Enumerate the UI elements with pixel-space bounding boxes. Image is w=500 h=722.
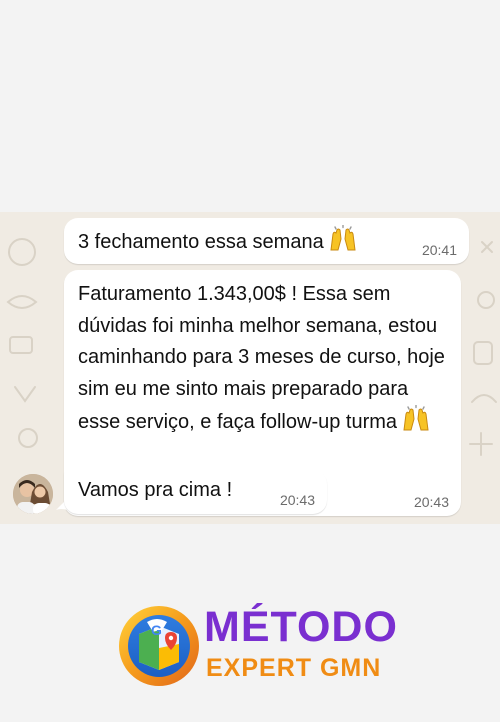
- message-bubble-3[interactable]: Vamos pra cima ! 20:43: [64, 470, 327, 514]
- brand-logo-icon: G: [119, 606, 199, 686]
- message-time: 20:43: [413, 494, 449, 510]
- svg-text:G: G: [151, 622, 162, 638]
- brand-subtitle: EXPERT GMN: [206, 654, 382, 682]
- chat-area: 3 fechamento essa semana 20:41 Faturamen…: [0, 212, 500, 524]
- avatar[interactable]: [13, 474, 53, 514]
- brand-title: MÉTODO: [204, 603, 398, 651]
- message-text: 3 fechamento essa semana: [78, 224, 358, 262]
- message-text: Vamos pra cima !: [78, 479, 233, 501]
- raising-hands-icon: [401, 404, 431, 442]
- message-time: 20:43: [279, 492, 315, 508]
- message-text: Faturamento 1.343,00$ ! Essa sem dúvidas…: [78, 279, 450, 442]
- message-time: 20:41: [421, 242, 457, 258]
- message-bubble-1[interactable]: 3 fechamento essa semana 20:41: [64, 218, 469, 264]
- raising-hands-icon: [328, 224, 358, 262]
